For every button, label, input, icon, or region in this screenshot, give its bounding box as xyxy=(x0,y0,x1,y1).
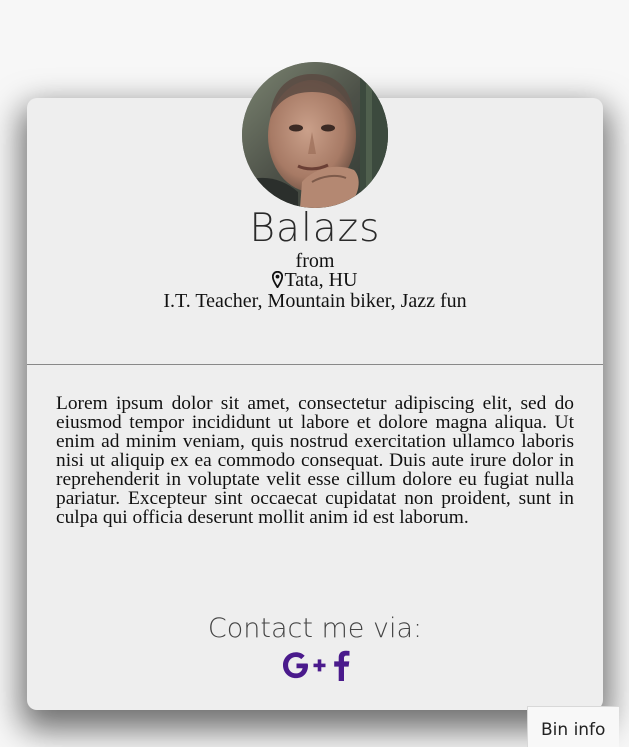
map-pin-icon xyxy=(272,270,284,292)
social-links xyxy=(27,648,603,682)
bin-info-button[interactable]: Bin info xyxy=(527,706,619,747)
google-plus-icon xyxy=(279,652,329,686)
facebook-link[interactable] xyxy=(331,648,351,682)
google-plus-link[interactable] xyxy=(279,648,329,682)
facebook-icon xyxy=(331,650,351,686)
location-text: Tata, HU xyxy=(284,269,358,291)
profile-name: Balazs xyxy=(249,206,381,251)
profile-header: Balazs from Tata, HU I.T. Teacher, Mount… xyxy=(27,206,603,311)
bio-text: Lorem ipsum dolor sit amet, consectetur … xyxy=(56,393,574,528)
location-line: Tata, HU xyxy=(27,269,603,292)
page: Balazs from Tata, HU I.T. Teacher, Mount… xyxy=(0,0,629,747)
contact-section: Contact me via: xyxy=(27,612,603,682)
contact-title: Contact me via: xyxy=(207,613,423,644)
bin-info-label: Bin info xyxy=(541,720,606,740)
profile-tagline: I.T. Teacher, Mountain biker, Jazz fun xyxy=(163,290,467,312)
avatar xyxy=(242,62,388,208)
section-divider xyxy=(27,364,603,365)
